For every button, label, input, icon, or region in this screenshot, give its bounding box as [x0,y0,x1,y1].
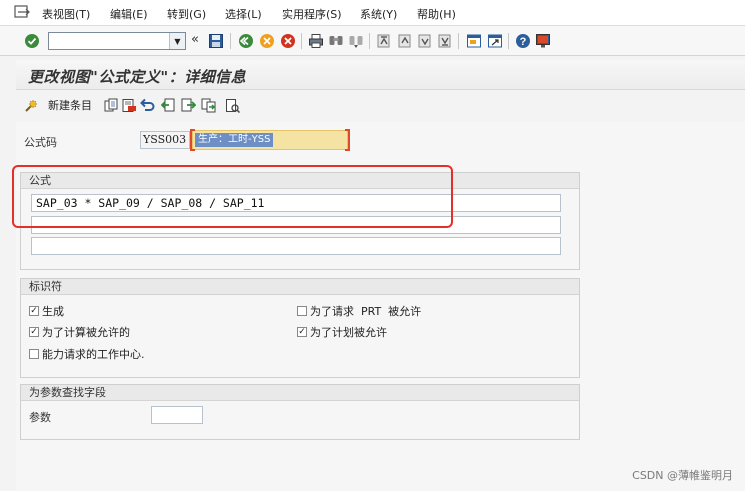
toolbar-separator [230,33,231,49]
cancel-icon[interactable] [280,33,296,49]
previous-entry-icon[interactable] [161,98,176,113]
page-title: 更改视图"公式定义"：详细信息 [28,68,247,86]
formula-description-field[interactable]: 生产：工时-YSS [190,129,350,151]
parameter-search-group-title: 为参数查找字段 [21,385,579,401]
help-icon[interactable]: ? [515,33,531,49]
menu-select[interactable]: 选择(L) [225,6,262,22]
undo-change-icon[interactable] [140,98,155,113]
select-all-icon[interactable] [201,98,216,113]
previous-page-icon[interactable] [397,33,413,49]
checkbox-generate-box[interactable]: ✓ [29,306,39,316]
back-icon[interactable] [238,33,254,49]
svg-text:?: ? [520,36,527,48]
exit-icon[interactable] [14,5,30,19]
enter-check-icon[interactable] [24,33,40,49]
checkbox-prt-request-label: 为了请求 PRT 被允许 [310,305,422,318]
copy-as-icon[interactable] [104,98,119,113]
toolbar-separator [508,33,509,49]
menu-table-view[interactable]: 表视图(T) [42,6,90,22]
menu-goto[interactable]: 转到(G) [167,6,206,22]
next-entry-icon[interactable] [181,98,196,113]
field-bracket-right [345,129,350,151]
chevron-down-icon[interactable]: ▼ [169,33,185,49]
last-page-icon[interactable] [437,33,453,49]
checkbox-scheduling[interactable]: ✓ 为了计划被允许 [297,324,387,340]
menu-bar: 表视图(T) 编辑(E) 转到(G) 选择(L) 实用程序(S) 系统(Y) 帮… [0,0,745,26]
new-entries-icon [25,98,38,112]
create-session-icon[interactable] [466,33,482,49]
formula-description-text: 生产：工时-YSS [195,133,274,147]
checkbox-generate-label: 生成 [42,305,64,318]
formula-code-field: YSS003 [140,131,190,149]
standard-toolbar: ▼ « ? [0,26,745,56]
menu-system[interactable]: 系统(Y) [360,6,397,22]
checkbox-prt-request[interactable]: 为了请求 PRT 被允许 [297,303,421,319]
find-icon[interactable] [328,33,344,49]
checkbox-capacity-workcenter-label: 能力请求的工作中心. [42,348,145,361]
checkbox-costing[interactable]: ✓ 为了计算被允许的 [29,324,130,340]
new-entries-button[interactable]: 新建条目 [24,97,92,113]
screen-title-bar: 更改视图"公式定义"：详细信息 [16,60,745,90]
save-icon[interactable] [208,33,224,49]
toolbar-separator [369,33,370,49]
parameter-input[interactable] [151,406,203,424]
next-page-icon[interactable] [417,33,433,49]
checkbox-generate[interactable]: ✓ 生成 [29,303,64,319]
new-entries-label: 新建条目 [48,99,92,112]
delete-icon[interactable] [122,98,137,113]
command-field[interactable]: ▼ [48,32,186,50]
checkbox-capacity-workcenter-box[interactable] [29,349,39,359]
menu-edit[interactable]: 编辑(E) [110,6,148,22]
menu-help[interactable]: 帮助(H) [417,6,456,22]
toolbar-separator [301,33,302,49]
checkbox-scheduling-label: 为了计划被允许 [310,326,387,339]
checkbox-costing-label: 为了计算被允许的 [42,326,130,339]
menu-utilities[interactable]: 实用程序(S) [282,6,342,22]
command-input[interactable] [49,33,167,49]
formula-code-label: 公式码 [24,136,57,149]
toolbar-separator [458,33,459,49]
formula-highlight-box [12,165,453,228]
parameter-search-group: 为参数查找字段 参数 [20,384,580,440]
checkbox-capacity-workcenter[interactable]: 能力请求的工作中心. [29,346,145,362]
history-nav-icon[interactable]: « [191,32,207,48]
application-toolbar: 新建条目 [16,92,745,120]
checkbox-prt-request-box[interactable] [297,306,307,316]
checkbox-costing-box[interactable]: ✓ [29,327,39,337]
checkbox-scheduling-box[interactable]: ✓ [297,327,307,337]
layout-menu-icon[interactable] [535,33,551,49]
parameter-label: 参数 [29,411,51,424]
watermark: CSDN @薄帷鉴明月 [632,469,733,482]
print-icon[interactable] [308,33,324,49]
first-page-icon[interactable] [376,33,392,49]
indicator-group-title: 标识符 [21,279,579,295]
indicator-group: 标识符 ✓ 生成 为了请求 PRT 被允许 ✓ 为了计算被允许的 ✓ 为了计划被… [20,278,580,378]
shortcut-icon[interactable] [487,33,503,49]
find-next-icon[interactable] [348,33,364,49]
other-view-icon[interactable] [225,98,240,113]
exit-nav-icon[interactable] [259,33,275,49]
formula-line-3[interactable] [31,237,561,255]
